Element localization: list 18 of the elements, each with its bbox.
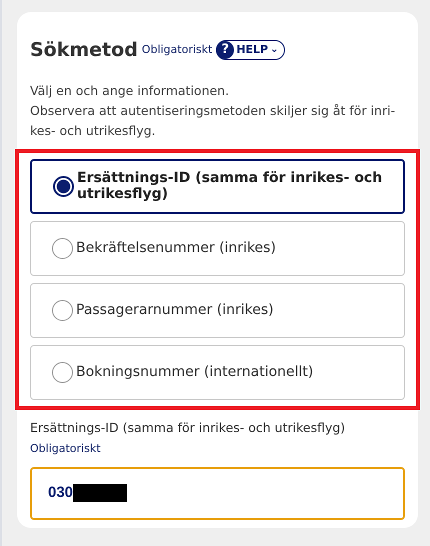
help-button[interactable]: ? HELP ⌄ [216,40,284,60]
radio-option[interactable]: Bokningsnummer (internationellt) [30,344,405,400]
field-label: Ersättnings-ID (samma för inrikes- och utrikesflyg) Obligatoriskt [30,418,346,456]
radio-option[interactable]: Bekräftelsenummer (inrikes) [30,220,405,276]
section-title: Sökmetod [30,38,138,63]
radio-option[interactable]: Passagerarnummer (inrikes) [30,282,405,338]
required-label: Obligatoriskt [142,42,212,58]
radio-option[interactable]: Ersättnings-ID (samma för inrikes- och utrikesflyg) [30,158,405,214]
caret-icon: ⌄ [270,45,278,56]
description-text: Välj en och ange informationen. [30,82,230,100]
help-icon: ? [216,41,234,60]
radio-icon [52,238,73,258]
required-label: Obligatoriskt [30,442,101,454]
radio-icon [52,300,73,320]
radio-icon [53,176,74,196]
radio-icon [52,362,73,382]
description-text: Observera att autentiseringsmetoden skiljer sig åt för inri-kes- och utrikesflyg. [30,102,396,140]
input-field[interactable]: 030 [30,466,405,520]
